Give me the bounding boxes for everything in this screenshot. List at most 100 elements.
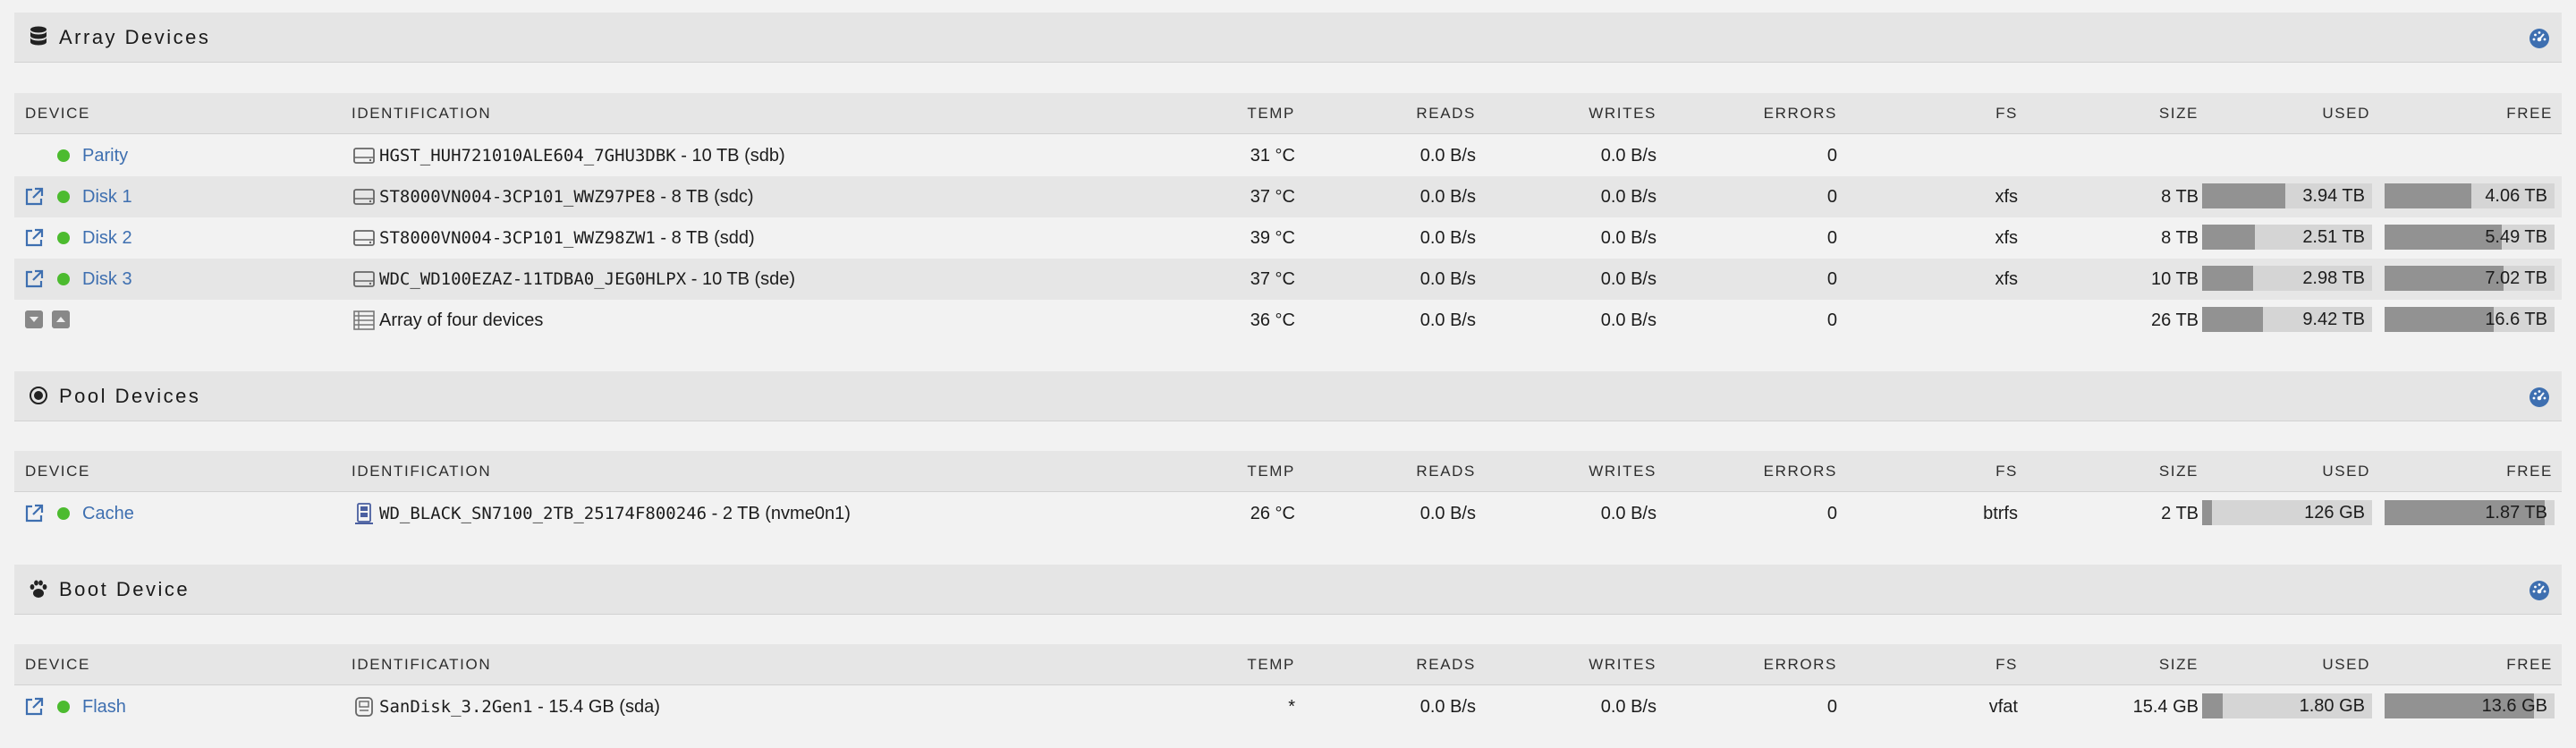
- dashboard-icon[interactable]: [2528, 26, 2551, 49]
- fs-value: xfs: [1995, 187, 2018, 207]
- errors-value: 0: [1826, 697, 1837, 717]
- temp-value: 39 °C: [1250, 228, 1295, 248]
- temp-value: 37 °C: [1250, 269, 1295, 289]
- table-row: Flash SanDisk_3.2Gen1 - 15.4 GB (sda) * …: [14, 686, 2562, 727]
- device-link-cache[interactable]: Cache: [82, 493, 134, 534]
- device-link-disk3[interactable]: Disk 3: [82, 259, 132, 300]
- header-temp: TEMP: [1247, 656, 1295, 673]
- status-dot: [57, 507, 70, 520]
- used-bar: 2.51 TB: [2202, 225, 2372, 250]
- header-temp: TEMP: [1247, 463, 1295, 480]
- target-icon: [30, 387, 47, 404]
- used-bar: 9.42 TB: [2202, 307, 2372, 332]
- reads-value: 0.0 B/s: [1419, 269, 1476, 289]
- free-bar: 16.6 TB: [2385, 307, 2555, 332]
- external-link-icon[interactable]: [23, 227, 45, 249]
- header-reads: READS: [1416, 463, 1476, 480]
- header-errors: ERRORS: [1763, 105, 1837, 122]
- header-used: USED: [2322, 656, 2370, 673]
- device-link-parity[interactable]: Parity: [82, 135, 128, 176]
- header-device: DEVICE: [25, 656, 90, 673]
- external-link-icon[interactable]: [23, 503, 45, 524]
- free-bar: 5.49 TB: [2385, 225, 2555, 250]
- status-dot: [57, 701, 70, 713]
- reads-value: 0.0 B/s: [1419, 187, 1476, 207]
- reads-value: 0.0 B/s: [1419, 697, 1476, 717]
- hard-drive-icon: [353, 230, 375, 246]
- header-free: FREE: [2506, 105, 2553, 122]
- header-size: SIZE: [2158, 656, 2199, 673]
- header-errors: ERRORS: [1763, 656, 1837, 673]
- writes-value: 0.0 B/s: [1600, 310, 1657, 330]
- external-link-icon[interactable]: [23, 696, 45, 718]
- header-temp: TEMP: [1247, 105, 1295, 122]
- temp-value: 31 °C: [1250, 146, 1295, 166]
- external-link-icon[interactable]: [23, 268, 45, 290]
- writes-value: 0.0 B/s: [1600, 146, 1657, 166]
- writes-value: 0.0 B/s: [1600, 187, 1657, 207]
- errors-value: 0: [1826, 504, 1837, 523]
- header-identification: IDENTIFICATION: [352, 105, 492, 122]
- identification: SanDisk_3.2Gen1 - 15.4 GB (sda): [379, 697, 660, 717]
- temp-value: *: [1288, 697, 1295, 717]
- table-row: Parity HGST_HUH721010ALE604_7GHU3DBK - 1…: [14, 135, 2562, 176]
- fs-value: xfs: [1995, 269, 2018, 289]
- table-row: Disk 2 ST8000VN004-3CP101_WWZ98ZW1 - 8 T…: [14, 217, 2562, 259]
- header-identification: IDENTIFICATION: [352, 463, 492, 480]
- device-link-flash[interactable]: Flash: [82, 686, 126, 727]
- identification: WD_BLACK_SN7100_2TB_25174F800246 - 2 TB …: [379, 504, 851, 523]
- free-bar: 13.6 GB: [2385, 693, 2555, 718]
- array-stack-icon: [353, 310, 375, 330]
- fs-value: xfs: [1995, 228, 2018, 248]
- hard-drive-icon: [353, 271, 375, 287]
- reads-value: 0.0 B/s: [1419, 228, 1476, 248]
- temp-value: 37 °C: [1250, 187, 1295, 207]
- reads-value: 0.0 B/s: [1419, 504, 1476, 523]
- table-row: Disk 1 ST8000VN004-3CP101_WWZ97PE8 - 8 T…: [14, 176, 2562, 217]
- collapse-down-icon[interactable]: [25, 310, 43, 328]
- main-content: Array Devices DEVICE IDENTIFICATION TEMP…: [0, 0, 2576, 748]
- header-reads: READS: [1416, 105, 1476, 122]
- pool-devices-title-bar: Pool Devices: [14, 371, 2562, 421]
- reads-value: 0.0 B/s: [1419, 146, 1476, 166]
- fs-value: btrfs: [1983, 504, 2018, 523]
- free-bar: 4.06 TB: [2385, 183, 2555, 208]
- header-fs: FS: [1996, 105, 2018, 122]
- writes-value: 0.0 B/s: [1600, 269, 1657, 289]
- header-device: DEVICE: [25, 463, 90, 480]
- status-dot: [57, 149, 70, 162]
- fs-value: vfat: [1988, 697, 2018, 717]
- temp-value: 36 °C: [1250, 310, 1295, 330]
- array-table-header: DEVICE IDENTIFICATION TEMP READS WRITES …: [14, 93, 2562, 134]
- header-size: SIZE: [2158, 463, 2199, 480]
- header-used: USED: [2322, 105, 2370, 122]
- status-dot: [57, 191, 70, 203]
- header-size: SIZE: [2158, 105, 2199, 122]
- dashboard-icon[interactable]: [2528, 578, 2551, 601]
- free-bar: 7.02 TB: [2385, 266, 2555, 291]
- header-fs: FS: [1996, 463, 2018, 480]
- free-bar: 1.87 TB: [2385, 500, 2555, 525]
- size-value: 26 TB: [2151, 310, 2199, 330]
- header-errors: ERRORS: [1763, 463, 1837, 480]
- header-free: FREE: [2506, 463, 2553, 480]
- dashboard-icon[interactable]: [2528, 385, 2551, 408]
- array-devices-title: Array Devices: [59, 26, 211, 48]
- size-value: 8 TB: [2161, 187, 2199, 207]
- device-link-disk2[interactable]: Disk 2: [82, 217, 132, 259]
- header-used: USED: [2322, 463, 2370, 480]
- status-dot: [57, 273, 70, 285]
- device-link-disk1[interactable]: Disk 1: [82, 176, 132, 217]
- size-value: 15.4 GB: [2132, 697, 2199, 717]
- boot-table-header: DEVICE IDENTIFICATION TEMP READS WRITES …: [14, 644, 2562, 685]
- collapse-up-icon[interactable]: [52, 310, 70, 328]
- size-value: 8 TB: [2161, 228, 2199, 248]
- boot-device-title: Boot Device: [59, 578, 191, 600]
- reads-value: 0.0 B/s: [1419, 310, 1476, 330]
- paw-icon: [30, 580, 47, 598]
- header-device: DEVICE: [25, 105, 90, 122]
- header-identification: IDENTIFICATION: [352, 656, 492, 673]
- external-link-icon[interactable]: [23, 186, 45, 208]
- database-icon: [30, 26, 47, 46]
- nvme-drive-icon: [355, 503, 373, 524]
